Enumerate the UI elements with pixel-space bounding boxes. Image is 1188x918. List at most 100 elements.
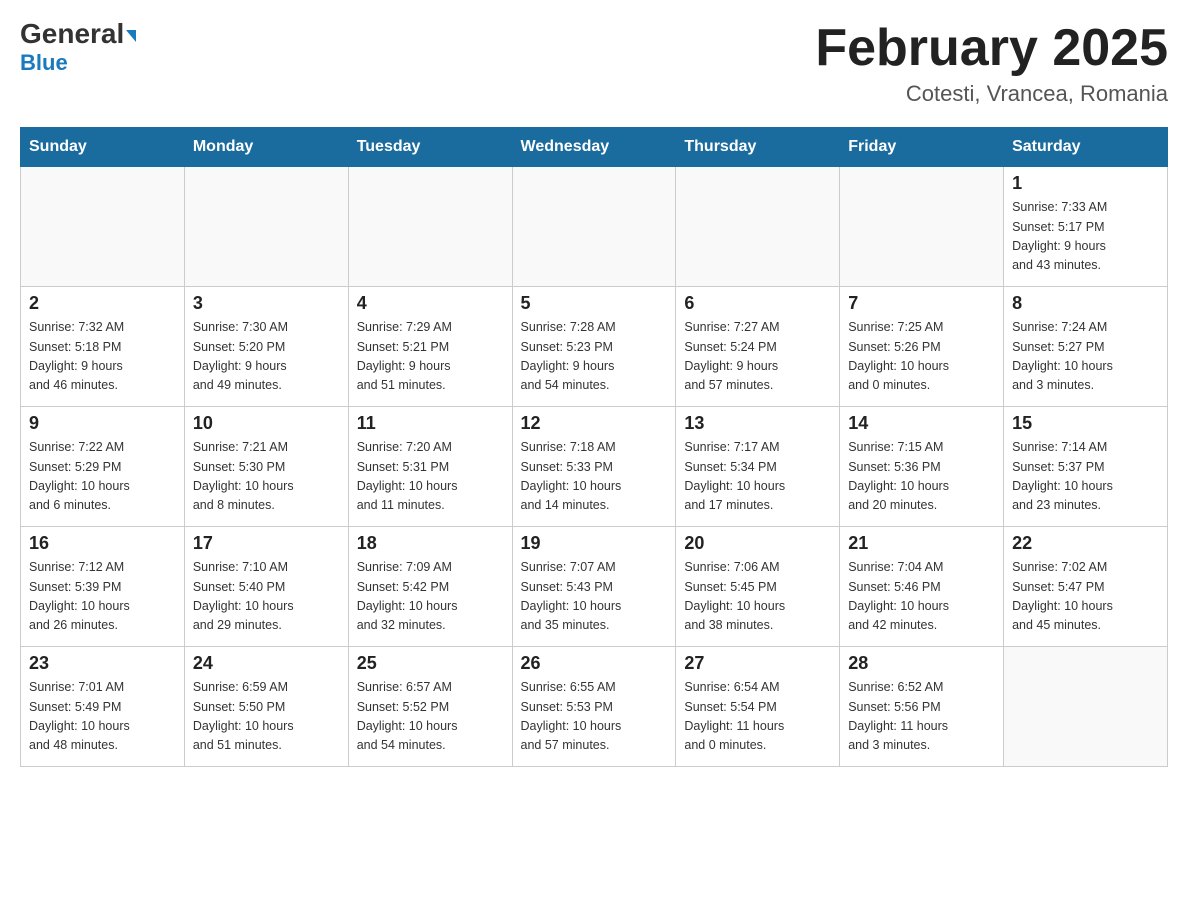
day-number: 4 — [357, 293, 504, 314]
day-info: Sunrise: 6:57 AM Sunset: 5:52 PM Dayligh… — [357, 678, 504, 756]
weekday-header-monday: Monday — [184, 128, 348, 167]
day-info: Sunrise: 7:01 AM Sunset: 5:49 PM Dayligh… — [29, 678, 176, 756]
calendar-cell: 3 Sunrise: 7:30 AM Sunset: 5:20 PM Daylig… — [184, 287, 348, 407]
calendar-cell: 1 Sunrise: 7:33 AM Sunset: 5:17 PM Daylig… — [1004, 167, 1168, 287]
day-info: Sunrise: 7:24 AM Sunset: 5:27 PM Dayligh… — [1012, 318, 1159, 396]
weekday-header-row: SundayMondayTuesdayWednesdayThursdayFrid… — [21, 128, 1168, 167]
page-header: General Blue February 2025 Cotesti, Vran… — [20, 20, 1168, 107]
calendar-cell: 11 Sunrise: 7:20 AM Sunset: 5:31 PM Dayli… — [348, 407, 512, 527]
day-number: 19 — [521, 533, 668, 554]
day-info: Sunrise: 7:09 AM Sunset: 5:42 PM Dayligh… — [357, 558, 504, 636]
day-info: Sunrise: 7:22 AM Sunset: 5:29 PM Dayligh… — [29, 438, 176, 516]
calendar-cell — [676, 167, 840, 287]
day-info: Sunrise: 7:02 AM Sunset: 5:47 PM Dayligh… — [1012, 558, 1159, 636]
day-info: Sunrise: 7:04 AM Sunset: 5:46 PM Dayligh… — [848, 558, 995, 636]
weekday-header-friday: Friday — [840, 128, 1004, 167]
day-number: 26 — [521, 653, 668, 674]
day-number: 8 — [1012, 293, 1159, 314]
day-info: Sunrise: 7:25 AM Sunset: 5:26 PM Dayligh… — [848, 318, 995, 396]
calendar-cell: 15 Sunrise: 7:14 AM Sunset: 5:37 PM Dayli… — [1004, 407, 1168, 527]
calendar-cell: 14 Sunrise: 7:15 AM Sunset: 5:36 PM Dayli… — [840, 407, 1004, 527]
calendar-cell: 8 Sunrise: 7:24 AM Sunset: 5:27 PM Daylig… — [1004, 287, 1168, 407]
calendar-cell: 27 Sunrise: 6:54 AM Sunset: 5:54 PM Dayli… — [676, 647, 840, 767]
calendar-cell: 20 Sunrise: 7:06 AM Sunset: 5:45 PM Dayli… — [676, 527, 840, 647]
weekday-header-saturday: Saturday — [1004, 128, 1168, 167]
day-number: 21 — [848, 533, 995, 554]
calendar-cell — [184, 167, 348, 287]
day-number: 25 — [357, 653, 504, 674]
day-number: 11 — [357, 413, 504, 434]
day-number: 15 — [1012, 413, 1159, 434]
logo-blue-text: Blue — [20, 50, 68, 76]
calendar-cell: 16Sunrise: 7:12 AM Sunset: 5:39 PM Dayli… — [21, 527, 185, 647]
calendar-cell: 23 Sunrise: 7:01 AM Sunset: 5:49 PM Dayli… — [21, 647, 185, 767]
calendar-title-block: February 2025 Cotesti, Vrancea, Romania — [815, 20, 1168, 107]
calendar-cell: 25 Sunrise: 6:57 AM Sunset: 5:52 PM Dayli… — [348, 647, 512, 767]
calendar-subtitle: Cotesti, Vrancea, Romania — [815, 81, 1168, 107]
calendar-cell — [21, 167, 185, 287]
calendar-cell: 21 Sunrise: 7:04 AM Sunset: 5:46 PM Dayli… — [840, 527, 1004, 647]
weekday-header-tuesday: Tuesday — [348, 128, 512, 167]
calendar-cell: 24 Sunrise: 6:59 AM Sunset: 5:50 PM Dayli… — [184, 647, 348, 767]
calendar-cell: 7Sunrise: 7:25 AM Sunset: 5:26 PM Daylig… — [840, 287, 1004, 407]
day-number: 24 — [193, 653, 340, 674]
logo-triangle-icon — [126, 30, 136, 42]
day-info: Sunrise: 7:33 AM Sunset: 5:17 PM Dayligh… — [1012, 198, 1159, 276]
day-number: 13 — [684, 413, 831, 434]
weekday-header-wednesday: Wednesday — [512, 128, 676, 167]
day-info: Sunrise: 7:07 AM Sunset: 5:43 PM Dayligh… — [521, 558, 668, 636]
day-number: 14 — [848, 413, 995, 434]
calendar-week-row: 2Sunrise: 7:32 AM Sunset: 5:18 PM Daylig… — [21, 287, 1168, 407]
day-number: 12 — [521, 413, 668, 434]
calendar-cell — [1004, 647, 1168, 767]
day-info: Sunrise: 7:15 AM Sunset: 5:36 PM Dayligh… — [848, 438, 995, 516]
day-info: Sunrise: 7:12 AM Sunset: 5:39 PM Dayligh… — [29, 558, 176, 636]
day-info: Sunrise: 7:29 AM Sunset: 5:21 PM Dayligh… — [357, 318, 504, 396]
day-info: Sunrise: 6:52 AM Sunset: 5:56 PM Dayligh… — [848, 678, 995, 756]
calendar-cell: 2Sunrise: 7:32 AM Sunset: 5:18 PM Daylig… — [21, 287, 185, 407]
calendar-table: SundayMondayTuesdayWednesdayThursdayFrid… — [20, 127, 1168, 767]
calendar-cell: 13 Sunrise: 7:17 AM Sunset: 5:34 PM Dayli… — [676, 407, 840, 527]
day-number: 9 — [29, 413, 176, 434]
weekday-header-thursday: Thursday — [676, 128, 840, 167]
day-number: 28 — [848, 653, 995, 674]
calendar-title: February 2025 — [815, 20, 1168, 77]
day-number: 20 — [684, 533, 831, 554]
calendar-cell: 9 Sunrise: 7:22 AM Sunset: 5:29 PM Daylig… — [21, 407, 185, 527]
calendar-cell: 22 Sunrise: 7:02 AM Sunset: 5:47 PM Dayli… — [1004, 527, 1168, 647]
day-number: 10 — [193, 413, 340, 434]
calendar-week-row: 23 Sunrise: 7:01 AM Sunset: 5:49 PM Dayli… — [21, 647, 1168, 767]
calendar-week-row: 1 Sunrise: 7:33 AM Sunset: 5:17 PM Daylig… — [21, 167, 1168, 287]
day-number: 18 — [357, 533, 504, 554]
day-number: 3 — [193, 293, 340, 314]
calendar-cell — [512, 167, 676, 287]
calendar-body: 1 Sunrise: 7:33 AM Sunset: 5:17 PM Daylig… — [21, 167, 1168, 767]
calendar-week-row: 9 Sunrise: 7:22 AM Sunset: 5:29 PM Daylig… — [21, 407, 1168, 527]
day-info: Sunrise: 7:14 AM Sunset: 5:37 PM Dayligh… — [1012, 438, 1159, 516]
day-number: 2 — [29, 293, 176, 314]
day-info: Sunrise: 7:17 AM Sunset: 5:34 PM Dayligh… — [684, 438, 831, 516]
calendar-header: SundayMondayTuesdayWednesdayThursdayFrid… — [21, 128, 1168, 167]
calendar-cell: 6 Sunrise: 7:27 AM Sunset: 5:24 PM Daylig… — [676, 287, 840, 407]
calendar-cell: 28 Sunrise: 6:52 AM Sunset: 5:56 PM Dayli… — [840, 647, 1004, 767]
calendar-cell: 19 Sunrise: 7:07 AM Sunset: 5:43 PM Dayli… — [512, 527, 676, 647]
day-info: Sunrise: 7:06 AM Sunset: 5:45 PM Dayligh… — [684, 558, 831, 636]
day-number: 22 — [1012, 533, 1159, 554]
weekday-header-sunday: Sunday — [21, 128, 185, 167]
day-info: Sunrise: 7:30 AM Sunset: 5:20 PM Dayligh… — [193, 318, 340, 396]
day-number: 27 — [684, 653, 831, 674]
day-number: 1 — [1012, 173, 1159, 194]
day-info: Sunrise: 7:27 AM Sunset: 5:24 PM Dayligh… — [684, 318, 831, 396]
day-number: 23 — [29, 653, 176, 674]
day-info: Sunrise: 7:21 AM Sunset: 5:30 PM Dayligh… — [193, 438, 340, 516]
day-number: 5 — [521, 293, 668, 314]
logo-general-text: General — [20, 20, 136, 48]
calendar-cell: 18 Sunrise: 7:09 AM Sunset: 5:42 PM Dayli… — [348, 527, 512, 647]
day-info: Sunrise: 7:20 AM Sunset: 5:31 PM Dayligh… — [357, 438, 504, 516]
day-info: Sunrise: 7:10 AM Sunset: 5:40 PM Dayligh… — [193, 558, 340, 636]
day-info: Sunrise: 6:59 AM Sunset: 5:50 PM Dayligh… — [193, 678, 340, 756]
day-number: 6 — [684, 293, 831, 314]
calendar-week-row: 16Sunrise: 7:12 AM Sunset: 5:39 PM Dayli… — [21, 527, 1168, 647]
day-info: Sunrise: 7:18 AM Sunset: 5:33 PM Dayligh… — [521, 438, 668, 516]
day-info: Sunrise: 6:54 AM Sunset: 5:54 PM Dayligh… — [684, 678, 831, 756]
